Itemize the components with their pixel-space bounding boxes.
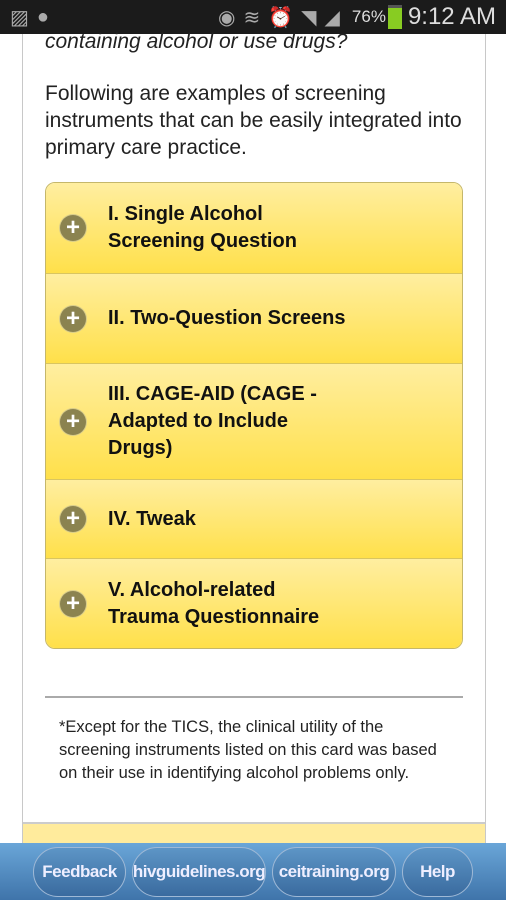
plus-icon: + [60,408,86,435]
bulb-icon: ● [36,5,49,28]
accordion-label: II. Two-Question Screens [108,307,346,329]
wifi-icon: ◥ [301,6,317,29]
hivguidelines-button[interactable]: hivguidelines.org [132,846,266,897]
image-icon: ▨ [10,6,29,29]
question-text: containing alcohol or use drugs? [45,30,348,53]
eye-icon: ◉ [218,6,236,29]
content-card: containing alcohol or use drugs? Followi… [22,30,486,872]
clock: 9:12 AM [407,3,496,30]
ceitraining-button[interactable]: ceitraining.org [272,846,396,897]
alarm-icon: ⏰ [268,6,294,29]
footnote: *Except for the TICS, the clinical utili… [59,718,437,782]
accordion-label: III. CAGE-AID (CAGE - Adapted to Include… [108,383,317,459]
plus-icon: + [60,305,86,332]
plus-icon: + [60,215,86,241]
footer-nav: Feedback hivguidelines.org ceitraining.o… [0,843,506,900]
accordion-label: IV. Tweak [108,507,196,530]
divider [45,696,463,698]
status-bar: ▨ ● ◉ ≋ ⏰ ◥ ◢ 76% 9:12 AM [0,0,506,34]
signal-icon: ◢ [324,6,340,29]
accordion-item[interactable]: + II. Two-Question Screens [46,273,462,363]
plus-icon: + [60,506,86,532]
accordion-item[interactable]: + III. CAGE-AID (CAGE - Adapted to Includ… [46,363,462,479]
battery-charging-icon [387,5,402,29]
screening-accordion: + I. Single Alcohol Screening Question + I… [45,182,463,649]
plus-icon: + [60,590,86,617]
accordion-label: I. Single Alcohol Screening Question [108,203,297,252]
help-button[interactable]: Help [402,846,473,897]
battery-percent: 76% [351,7,386,26]
vibrate-icon: ≋ [243,6,261,29]
accordion-label: V. Alcohol-related Trauma Questionnaire [108,578,320,628]
accordion-item[interactable]: + I. Single Alcohol Screening Question [46,183,462,273]
accordion-item[interactable]: + IV. Tweak [46,479,462,558]
intro-text: Following are examples of screening inst… [45,82,462,159]
accordion-item[interactable]: + V. Alcohol-related Trauma Questionnaire [46,558,462,648]
feedback-button[interactable]: Feedback [33,846,126,897]
